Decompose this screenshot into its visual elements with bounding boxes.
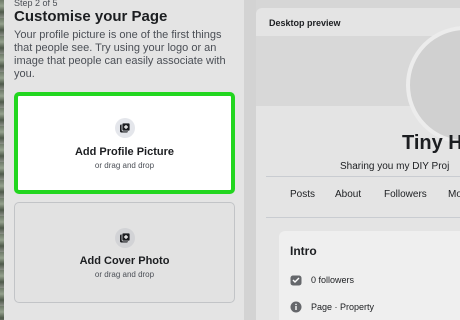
- tab-followers: Followers: [384, 189, 427, 200]
- tab-about: About: [335, 189, 362, 200]
- tab-more: Mo: [448, 189, 460, 200]
- desktop-preview: Desktop preview Tiny H Sharing you my DI…: [256, 8, 460, 320]
- followers-icon: [290, 274, 302, 286]
- intro-title: Intro: [290, 244, 317, 258]
- preview-tabs: Posts About Followers Mo: [256, 189, 460, 215]
- preview-page-description: Sharing you my DIY Proj: [340, 161, 450, 172]
- divider: [266, 176, 460, 177]
- setup-description: Your profile picture is one of the first…: [14, 29, 226, 80]
- add-cover-photo-dropzone[interactable]: Add Cover Photo or drag and drop: [14, 202, 235, 303]
- page-title: Customise your Page: [14, 8, 168, 25]
- info-icon: [290, 301, 302, 313]
- add-profile-picture-label: Add Profile Picture: [74, 146, 175, 158]
- drag-drop-hint: or drag and drop: [94, 270, 155, 279]
- customise-panel: Step 2 of 5 Customise your Page Your pro…: [4, 0, 244, 320]
- add-profile-picture-dropzone[interactable]: Add Profile Picture or drag and drop: [14, 92, 235, 194]
- category-row: Page · Property: [290, 300, 374, 314]
- preview-page-name: Tiny H: [402, 132, 460, 154]
- divider: [266, 217, 460, 218]
- intro-card: Intro 0 followers Page · Property: [279, 231, 460, 320]
- preview-cover-photo: [256, 26, 460, 144]
- drag-drop-hint: or drag and drop: [94, 161, 155, 170]
- add-photo-icon: [114, 118, 135, 138]
- tab-posts: Posts: [290, 189, 316, 200]
- panel-divider: [244, 0, 256, 320]
- followers-count: 0 followers: [311, 275, 355, 285]
- desktop-preview-label: Desktop preview: [269, 18, 341, 28]
- followers-row: 0 followers: [290, 273, 354, 287]
- preview-avatar: [406, 26, 460, 144]
- page-category: Page · Property: [311, 302, 375, 312]
- add-photo-icon: [114, 228, 135, 248]
- add-cover-photo-label: Add Cover Photo: [79, 255, 170, 267]
